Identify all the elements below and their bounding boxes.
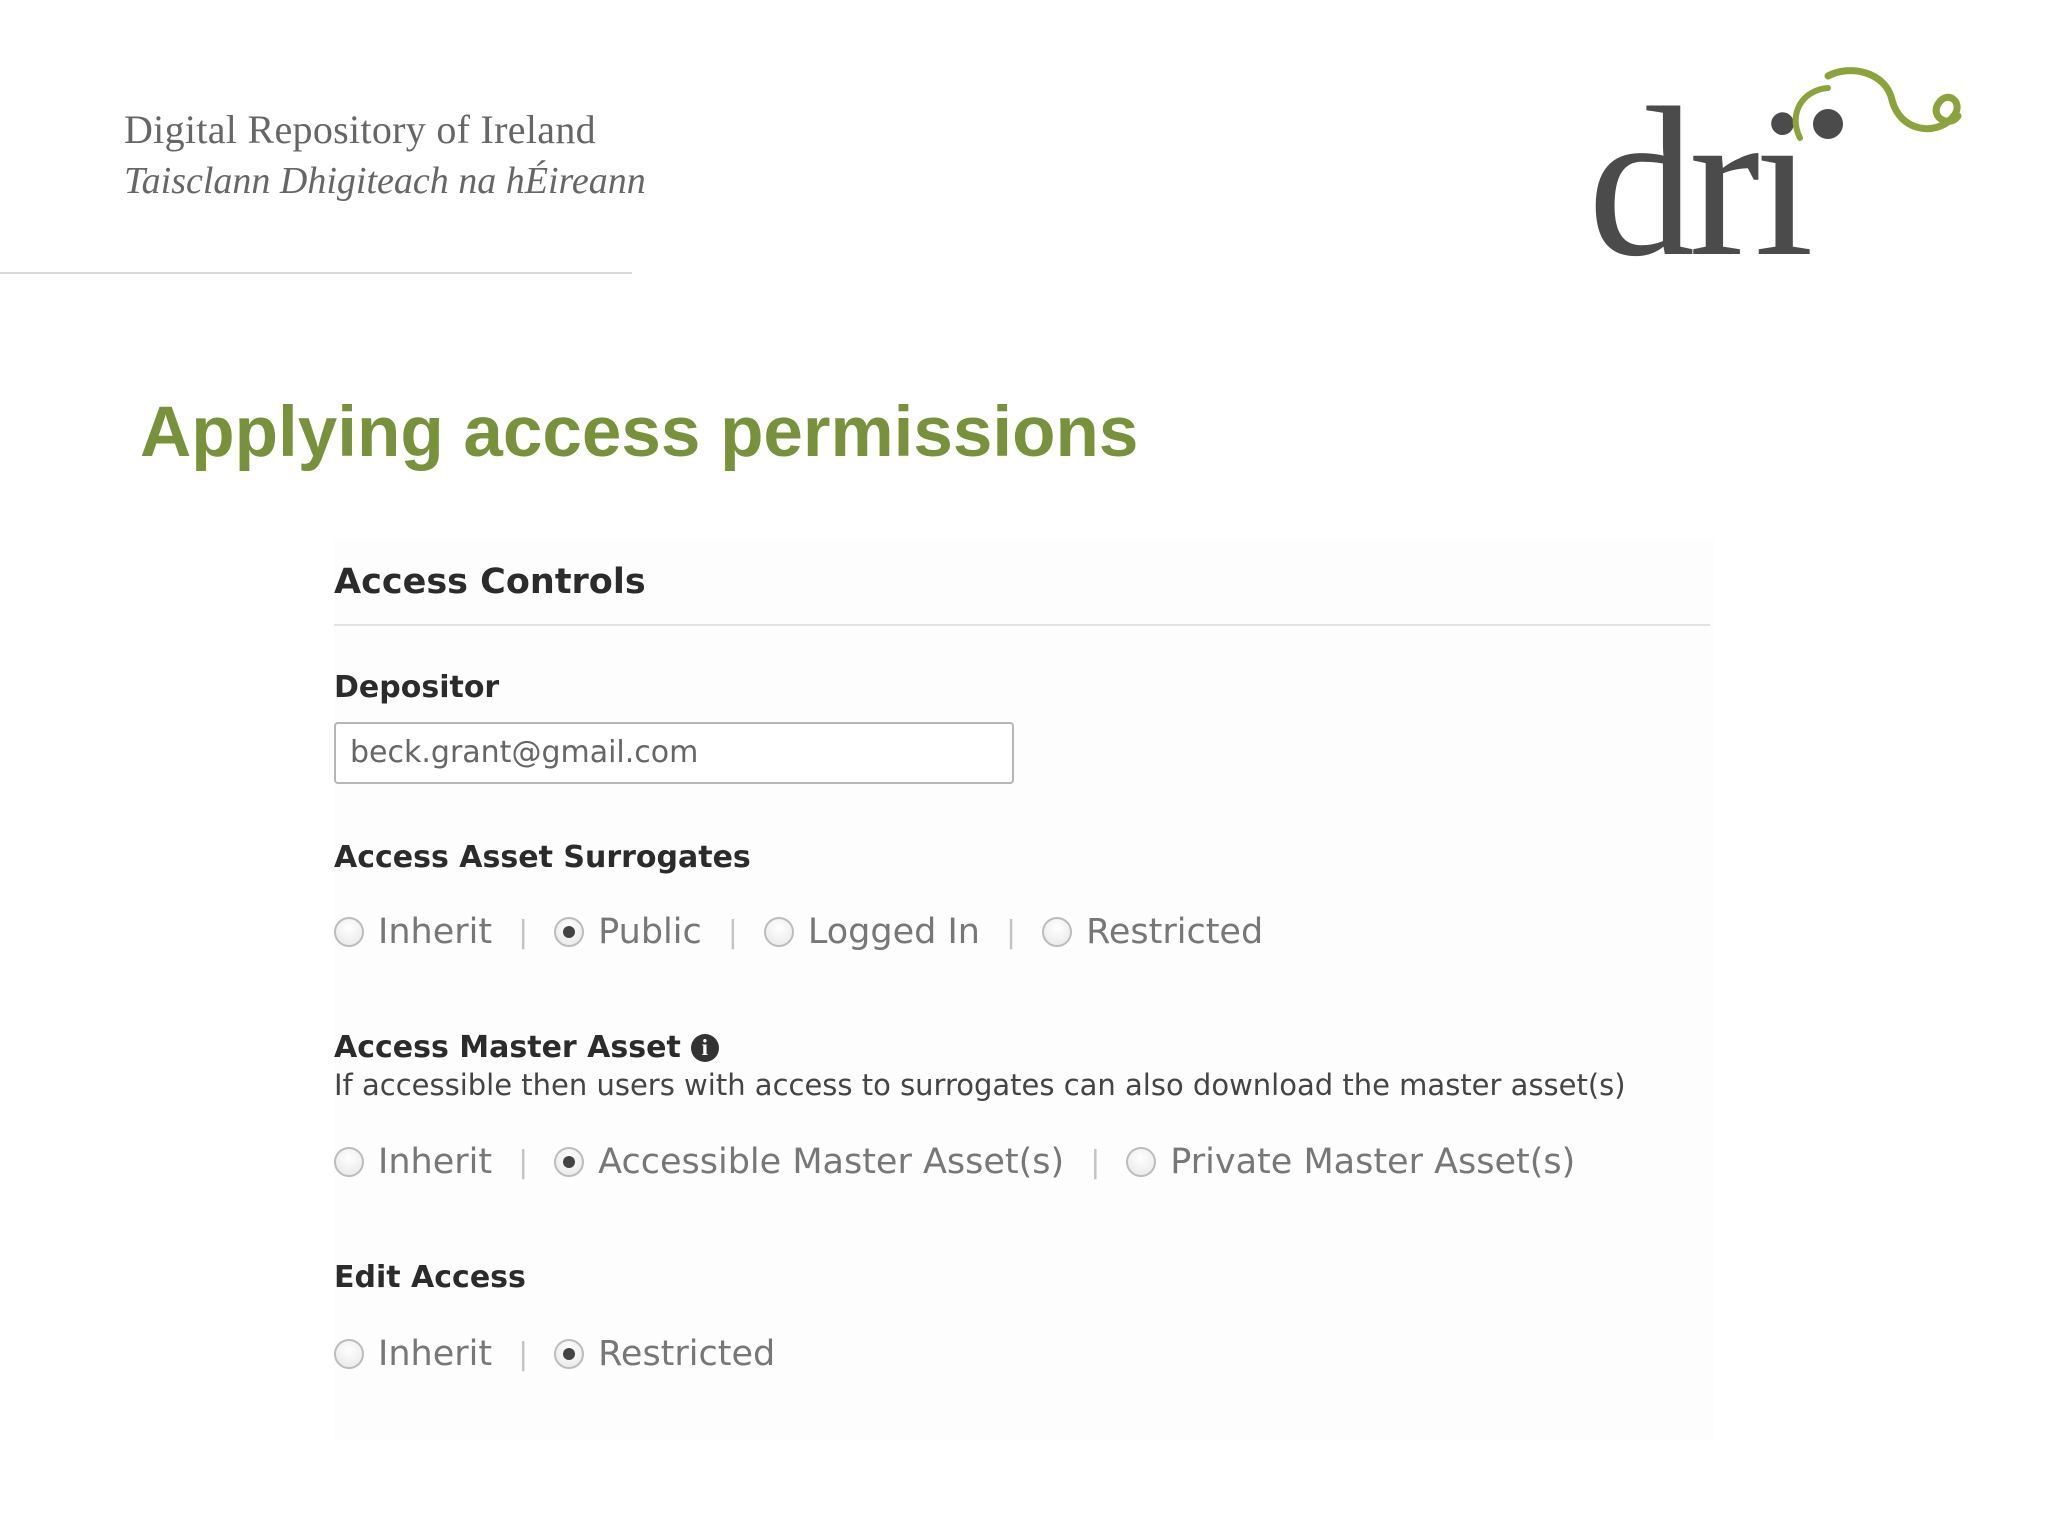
master-option-accessible[interactable]: Accessible Master Asset(s) [554, 1142, 1064, 1182]
header-divider [0, 272, 632, 274]
radio-selected-icon[interactable] [554, 1147, 585, 1177]
radio-selected-icon[interactable] [554, 1339, 585, 1369]
option-label: Private Master Asset(s) [1170, 1142, 1576, 1182]
radio-icon[interactable] [763, 917, 794, 947]
separator: | [518, 914, 529, 950]
option-label: Accessible Master Asset(s) [598, 1142, 1065, 1182]
master-asset-label-text: Access Master Asset [334, 1030, 681, 1065]
panel-title: Access Controls [334, 562, 646, 602]
radio-icon[interactable] [334, 1147, 364, 1177]
org-name: Digital Repository of Ireland Taisclann … [124, 104, 646, 206]
option-label: Restricted [1086, 912, 1264, 952]
access-controls-panel: Access Controls Depositor beck.grant@gma… [334, 540, 1714, 1440]
org-name-irish: Taisclann Dhigiteach na hÉireann [124, 160, 646, 202]
edit-option-inherit[interactable]: Inherit [334, 1334, 492, 1374]
edit-access-radio-group: Inherit | Restricted [334, 1330, 775, 1378]
separator: | [1006, 914, 1017, 950]
logo-wordmark: dri [1588, 64, 1814, 301]
info-icon[interactable]: i [690, 1034, 719, 1062]
separator: | [727, 914, 738, 950]
edit-option-restricted[interactable]: Restricted [554, 1334, 775, 1374]
radio-icon[interactable] [334, 917, 364, 947]
edit-access-label: Edit Access [334, 1260, 526, 1295]
logo-swirl-icon [1792, 67, 1962, 141]
dri-logo: dri [1588, 66, 1968, 290]
option-label: Public [598, 912, 702, 952]
radio-icon[interactable] [1126, 1147, 1157, 1177]
depositor-field[interactable]: beck.grant@gmail.com [334, 722, 1014, 784]
slide-title: Applying access permissions [140, 393, 1139, 472]
surrogates-option-restricted[interactable]: Restricted [1042, 912, 1263, 952]
master-asset-help-text: If accessible then users with access to … [334, 1068, 1626, 1102]
option-label: Inherit [378, 1334, 493, 1374]
radio-icon[interactable] [1042, 917, 1073, 947]
master-asset-label: Access Master Asset i [334, 1030, 719, 1065]
surrogates-option-inherit[interactable]: Inherit [334, 912, 492, 952]
separator: | [518, 1336, 529, 1372]
master-option-inherit[interactable]: Inherit [334, 1142, 492, 1182]
option-label: Inherit [378, 912, 493, 952]
option-label: Restricted [598, 1334, 776, 1374]
surrogates-label: Access Asset Surrogates [334, 840, 751, 875]
option-label: Logged In [807, 912, 980, 952]
option-label: Inherit [378, 1142, 493, 1182]
separator: | [518, 1144, 529, 1180]
surrogates-radio-group: Inherit | Public | Logged In | Restricte… [334, 908, 1263, 956]
radio-selected-icon[interactable] [554, 917, 585, 947]
master-asset-radio-group: Inherit | Accessible Master Asset(s) | P… [334, 1138, 1575, 1186]
separator: | [1090, 1144, 1101, 1180]
radio-icon[interactable] [334, 1339, 364, 1369]
panel-divider [334, 624, 1710, 626]
depositor-label: Depositor [334, 670, 500, 705]
surrogates-option-logged-in[interactable]: Logged In [763, 912, 980, 952]
surrogates-option-public[interactable]: Public [554, 912, 702, 952]
org-name-english: Digital Repository of Ireland [124, 107, 596, 152]
master-option-private[interactable]: Private Master Asset(s) [1126, 1142, 1575, 1182]
